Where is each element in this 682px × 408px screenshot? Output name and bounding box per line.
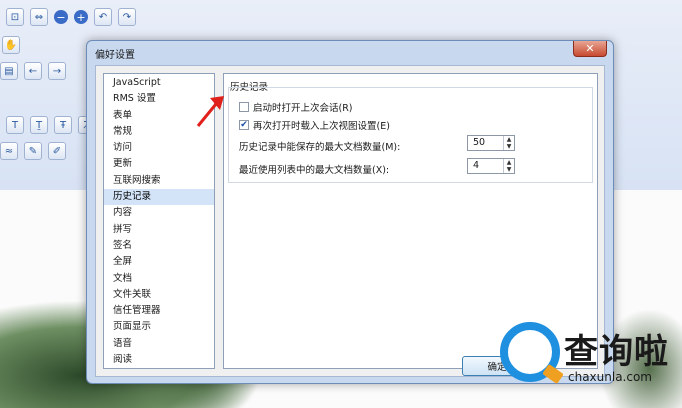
max-history-label: 历史记录中能保存的最大文档数量(M): (239, 142, 401, 153)
watermark-url: chaxunla.com (568, 370, 652, 384)
spin-down-icon[interactable]: ▼ (504, 143, 514, 150)
category-item[interactable]: 互联网搜索 (104, 173, 214, 189)
dialog-title: 偏好设置 (95, 50, 135, 61)
restore-view-label: 再次打开时载入上次视图设置(E) (253, 121, 390, 132)
category-item[interactable]: 全屏 (104, 254, 214, 270)
category-item[interactable]: JavaScript (104, 75, 214, 91)
restore-view-checkbox[interactable]: ✔ (239, 120, 249, 130)
pencil-icon[interactable]: ✎ (24, 142, 42, 160)
category-item[interactable]: 历史记录 (104, 189, 214, 206)
category-item[interactable]: 更新 (104, 156, 214, 172)
max-history-spinner[interactable]: 50 ▲ ▼ (467, 135, 515, 151)
category-item[interactable]: 阅读 (104, 352, 214, 368)
rotate-right-icon[interactable]: ↷ (118, 8, 136, 26)
search-logo-icon (500, 322, 560, 382)
category-item[interactable]: 语音 (104, 336, 214, 352)
hand-tool-icon[interactable]: ✋ (2, 36, 20, 54)
fit-width-icon[interactable]: ⇔ (30, 8, 48, 26)
spin-up-icon[interactable]: ▲ (504, 159, 514, 166)
history-group-box: 启动时打开上次会话(R) ✔ 再次打开时载入上次视图设置(E) 历史记录中能保存… (228, 87, 593, 183)
restore-session-option[interactable]: 启动时打开上次会话(R) (239, 100, 353, 114)
back-arrow-icon[interactable]: ← (24, 62, 42, 80)
text-underline-icon[interactable]: Ṯ (30, 116, 48, 134)
max-recent-spinner[interactable]: 4 ▲ ▼ (467, 158, 515, 174)
spin-up-icon[interactable]: ▲ (504, 136, 514, 143)
restore-session-label: 启动时打开上次会话(R) (253, 103, 353, 114)
document-icon[interactable]: ▤ (0, 62, 18, 80)
restore-view-option[interactable]: ✔ 再次打开时载入上次视图设置(E) (239, 118, 390, 132)
category-item[interactable]: 签名 (104, 238, 214, 254)
zoom-out-icon[interactable]: − (54, 10, 68, 24)
max-recent-value[interactable]: 4 (468, 159, 503, 173)
close-icon: ✕ (585, 42, 595, 55)
fit-page-icon[interactable]: ⊡ (6, 8, 24, 26)
spin-down-icon[interactable]: ▼ (504, 166, 514, 173)
highlighter-icon[interactable]: ✐ (48, 142, 66, 160)
max-recent-label: 最近使用列表中的最大文档数量(X): (239, 165, 390, 176)
text-tool-icon[interactable]: T (6, 116, 24, 134)
zoom-in-icon[interactable]: + (74, 10, 88, 24)
watermark-logo: 查询啦 chaxunla.com (500, 322, 680, 392)
rotate-left-icon[interactable]: ↶ (94, 8, 112, 26)
category-item[interactable]: 内容 (104, 205, 214, 221)
annotation-arrow-icon (196, 96, 224, 127)
category-item[interactable]: 页面显示 (104, 319, 214, 335)
close-button[interactable]: ✕ (573, 41, 607, 57)
category-item[interactable]: 访问 (104, 140, 214, 156)
draw-icon[interactable]: ≈ (0, 142, 18, 160)
category-item[interactable]: 信任管理器 (104, 303, 214, 319)
category-item[interactable]: 文件关联 (104, 287, 214, 303)
watermark-brand: 查询啦 (564, 332, 669, 372)
restore-session-checkbox[interactable] (239, 102, 249, 112)
max-history-value[interactable]: 50 (468, 136, 503, 150)
category-item[interactable]: 文档 (104, 271, 214, 287)
forward-arrow-icon[interactable]: → (48, 62, 66, 80)
category-item[interactable]: 拼写 (104, 222, 214, 238)
text-edit-icon[interactable]: Ŧ (54, 116, 72, 134)
